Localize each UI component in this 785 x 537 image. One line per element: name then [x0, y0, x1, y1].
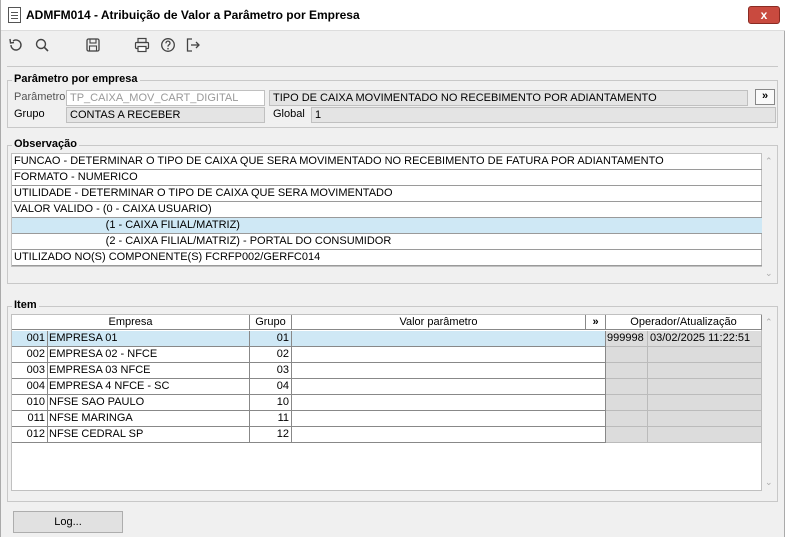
search-icon[interactable]	[32, 35, 52, 55]
atualizacao-cell	[648, 395, 762, 411]
item-title: Item	[12, 299, 39, 311]
toolbar	[1, 31, 785, 59]
grupo-cell: 03	[250, 363, 292, 379]
observacao-line: (2 - CAIXA FILIAL/MATRIZ) - PORTAL DO CO…	[12, 234, 762, 250]
empresa-code: 002	[12, 347, 48, 363]
empresa-code: 011	[12, 411, 48, 427]
table-row[interactable]: 003 EMPRESA 03 NFCE 03	[12, 363, 762, 379]
global-label: Global	[273, 108, 305, 120]
empresa-name: EMPRESA 4 NFCE - SC	[48, 379, 250, 395]
valor-input[interactable]	[292, 347, 606, 363]
grupo-cell: 02	[250, 347, 292, 363]
save-icon[interactable]	[83, 35, 103, 55]
operador-cell	[606, 347, 648, 363]
operador-cell	[606, 411, 648, 427]
observacao-scrollbar[interactable]: ⌃ ⌄	[763, 153, 777, 281]
exit-icon[interactable]	[183, 35, 203, 55]
window-title: ADMFM014 - Atribuição de Valor a Parâmet…	[26, 8, 360, 22]
valor-input[interactable]	[292, 427, 606, 443]
param-label: Parâmetro	[14, 91, 66, 103]
empresa-name: EMPRESA 01	[48, 331, 250, 347]
valor-input[interactable]	[292, 363, 606, 379]
empresa-name: NFSE SAO PAULO	[48, 395, 250, 411]
operador-cell	[606, 427, 648, 443]
column-header-empresa[interactable]: Empresa	[12, 315, 250, 330]
grupo-cell: 12	[250, 427, 292, 443]
empresa-name: EMPRESA 03 NFCE	[48, 363, 250, 379]
empresa-code: 012	[12, 427, 48, 443]
table-row[interactable]: 002 EMPRESA 02 - NFCE 02	[12, 347, 762, 363]
atualizacao-cell	[648, 411, 762, 427]
empresa-code: 004	[12, 379, 48, 395]
empresa-code: 010	[12, 395, 48, 411]
empresa-name: EMPRESA 02 - NFCE	[48, 347, 250, 363]
item-scrollbar[interactable]: ⌃ ⌄	[763, 314, 777, 492]
valor-input[interactable]	[292, 379, 606, 395]
log-button[interactable]: Log...	[13, 511, 123, 533]
table-row[interactable]: 012 NFSE CEDRAL SP 12	[12, 427, 762, 443]
column-header-valor[interactable]: Valor parâmetro	[292, 315, 586, 330]
param-field[interactable]: TP_CAIXA_MOV_CART_DIGITAL	[66, 90, 265, 106]
table-row[interactable]: 004 EMPRESA 4 NFCE - SC 04	[12, 379, 762, 395]
grupo-label: Grupo	[14, 108, 45, 120]
empresa-code: 003	[12, 363, 48, 379]
param-group-title: Parâmetro por empresa	[12, 73, 140, 85]
param-expand-button[interactable]: »	[755, 89, 775, 105]
operador-cell	[606, 363, 648, 379]
valor-input[interactable]	[292, 395, 606, 411]
global-field: 1	[311, 107, 776, 123]
close-button[interactable]: x	[748, 6, 780, 24]
grupo-cell: 04	[250, 379, 292, 395]
grupo-cell: 11	[250, 411, 292, 427]
scroll-up-icon[interactable]: ⌃	[765, 318, 773, 327]
observacao-line: VALOR VALIDO - (0 - CAIXA USUARIO)	[12, 202, 762, 218]
refresh-icon[interactable]	[6, 35, 26, 55]
atualizacao-cell	[648, 363, 762, 379]
title-bar: ADMFM014 - Atribuição de Valor a Parâmet…	[1, 0, 785, 31]
help-icon[interactable]	[158, 35, 178, 55]
scroll-down-icon[interactable]: ⌄	[765, 269, 773, 278]
valor-input[interactable]	[292, 331, 606, 347]
atualizacao-cell: 03/02/2025 11:22:51	[648, 331, 762, 347]
valor-input[interactable]	[292, 411, 606, 427]
atualizacao-cell	[648, 379, 762, 395]
empresa-name: NFSE MARINGA	[48, 411, 250, 427]
grupo-cell: 10	[250, 395, 292, 411]
atualizacao-cell	[648, 347, 762, 363]
operador-cell	[606, 395, 648, 411]
atualizacao-cell	[648, 427, 762, 443]
observacao-text[interactable]: FUNCAO - DETERMINAR O TIPO DE CAIXA QUE …	[11, 153, 762, 267]
column-expand-button[interactable]: »	[586, 315, 606, 330]
empresa-name: NFSE CEDRAL SP	[48, 427, 250, 443]
observacao-line: FUNCAO - DETERMINAR O TIPO DE CAIXA QUE …	[12, 154, 762, 170]
print-icon[interactable]	[132, 35, 152, 55]
column-header-grupo[interactable]: Grupo	[250, 315, 292, 330]
observacao-line: FORMATO - NUMERICO	[12, 170, 762, 186]
empresa-code: 001	[12, 331, 48, 347]
observacao-line-selected: (1 - CAIXA FILIAL/MATRIZ)	[12, 218, 762, 234]
document-icon	[8, 7, 21, 23]
operador-cell	[606, 379, 648, 395]
toolbar-divider	[7, 66, 778, 67]
scroll-down-icon[interactable]: ⌄	[765, 478, 773, 487]
main-window: ADMFM014 - Atribuição de Valor a Parâmet…	[0, 0, 785, 537]
grupo-cell: 01	[250, 331, 292, 347]
column-header-operador[interactable]: Operador/Atualização	[606, 315, 762, 330]
observacao-line: UTILIDADE - DETERMINAR O TIPO DE CAIXA Q…	[12, 186, 762, 202]
table-row[interactable]: 011 NFSE MARINGA 11	[12, 411, 762, 427]
operador-cell: 999998	[606, 331, 648, 347]
table-row[interactable]: 010 NFSE SAO PAULO 10	[12, 395, 762, 411]
observacao-line: UTILIZADO NO(S) COMPONENTE(S) FCRFP002/G…	[12, 250, 762, 266]
item-table: Empresa Grupo Valor parâmetro » Operador…	[11, 314, 762, 491]
observacao-title: Observação	[12, 138, 79, 150]
param-description-field: TIPO DE CAIXA MOVIMENTADO NO RECEBIMENTO…	[269, 90, 748, 106]
scroll-up-icon[interactable]: ⌃	[765, 157, 773, 166]
table-row[interactable]: 001 EMPRESA 01 01 999998 03/02/2025 11:2…	[12, 331, 762, 347]
grupo-field: CONTAS A RECEBER	[66, 107, 265, 123]
